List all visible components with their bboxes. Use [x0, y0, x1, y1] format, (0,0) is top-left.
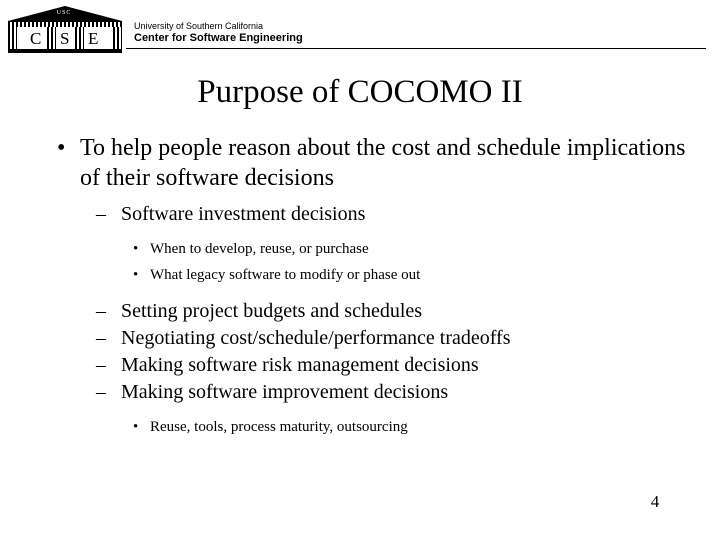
bullet-dash-icon: – — [96, 203, 106, 225]
organization-name: University of Southern California — [134, 21, 264, 31]
bullet-dash-icon: – — [96, 354, 106, 376]
bullet-level2-budgets: – Setting project budgets and schedules — [96, 298, 720, 324]
organization-unit: Center for Software Engineering — [134, 32, 303, 44]
bullet-level2-improvement: – Making software improvement decisions — [96, 379, 720, 405]
bullet-level2-text: Making software risk management decision… — [121, 354, 479, 376]
bullet-level3-develop-reuse: • When to develop, reuse, or purchase — [133, 237, 720, 261]
bullet-dash-icon: – — [96, 300, 106, 322]
bullet-dash-icon: – — [96, 381, 106, 403]
bullet-level2-investment: – Software investment decisions — [96, 201, 720, 227]
bullet-level2-text: Setting project budgets and schedules — [121, 300, 423, 322]
logo-letter-c: C — [30, 29, 42, 48]
bullet-dot-icon: • — [133, 267, 139, 283]
bullet-level3-text: Reuse, tools, process maturity, outsourc… — [150, 419, 408, 435]
bullet-level1: • To help people reason about the cost a… — [52, 133, 700, 193]
bullet-level2-risk: – Making software risk management decisi… — [96, 352, 720, 378]
page-title: Purpose of COCOMO II — [197, 74, 523, 110]
logo-column-1 — [8, 27, 17, 49]
logo-column-4 — [113, 27, 122, 49]
logo-letter-e: E — [88, 29, 99, 48]
logo-column-3 — [75, 27, 84, 49]
header-divider — [126, 48, 706, 49]
slide-body: • To help people reason about the cost a… — [0, 133, 720, 439]
logo-arch-text: USC — [56, 10, 72, 16]
bullet-level2-negotiating: – Negotiating cost/schedule/performance … — [96, 325, 720, 351]
bullet-level1-text: To help people reason about the cost and… — [80, 135, 686, 191]
bullet-dash-icon: – — [96, 327, 106, 349]
bullet-dot-icon: • — [57, 135, 66, 161]
bullet-level2-text: Software investment decisions — [121, 203, 366, 225]
usc-cse-logo: USC C S E — [8, 6, 122, 54]
logo-column-2 — [47, 27, 56, 49]
bullet-level2-text: Negotiating cost/schedule/performance tr… — [121, 327, 511, 349]
bullet-dot-icon: • — [133, 241, 139, 257]
bullet-level3-text: When to develop, reuse, or purchase — [150, 241, 369, 257]
logo-letter-s: S — [60, 29, 70, 48]
slide-header: USC C S E University of Southern Califor… — [0, 0, 720, 56]
bullet-dot-icon: • — [133, 419, 139, 435]
bullet-level3-legacy: • What legacy software to modify or phas… — [133, 263, 720, 287]
bullet-level3-text: What legacy software to modify or phase … — [150, 267, 421, 283]
page-number: 4 — [650, 492, 660, 511]
bullet-level2-text: Making software improvement decisions — [121, 381, 449, 403]
bullet-level3-reuse-tools: • Reuse, tools, process maturity, outsou… — [133, 415, 720, 439]
